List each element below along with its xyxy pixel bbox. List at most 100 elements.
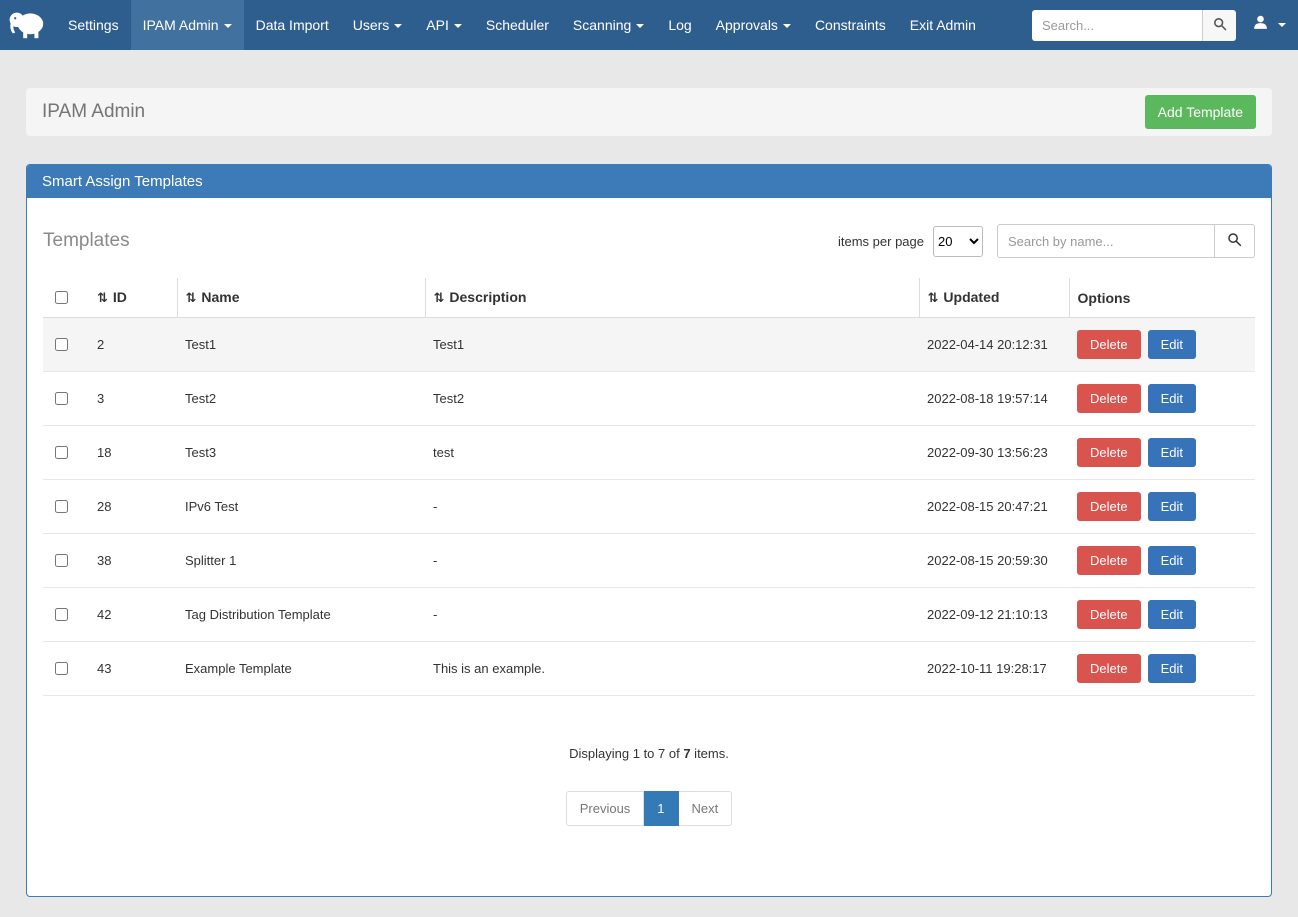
column-header-label: Updated <box>943 289 999 305</box>
cell-description: test <box>425 426 919 480</box>
delete-button[interactable]: Delete <box>1077 600 1141 629</box>
smart-assign-templates-panel: Smart Assign Templates Templates items p… <box>26 164 1272 897</box>
delete-button[interactable]: Delete <box>1077 546 1141 575</box>
edit-button[interactable]: Edit <box>1148 492 1196 521</box>
select-all-checkbox[interactable] <box>55 291 68 304</box>
nav-item-ipam-admin[interactable]: IPAM Admin <box>131 0 244 50</box>
table-toolbar: Templates items per page 20 <box>43 220 1255 278</box>
row-checkbox[interactable] <box>55 662 68 675</box>
nav-item-users[interactable]: Users <box>341 0 415 50</box>
page-header: IPAM Admin Add Template <box>26 88 1272 136</box>
nav-item-log[interactable]: Log <box>656 0 703 50</box>
cell-name: Tag Distribution Template <box>177 588 425 642</box>
edit-button[interactable]: Edit <box>1148 600 1196 629</box>
row-checkbox[interactable] <box>55 392 68 405</box>
panel-body: Templates items per page 20 <box>27 198 1271 896</box>
nav-item-label: Scanning <box>573 17 631 33</box>
cell-id: 42 <box>89 588 177 642</box>
nav-item-settings[interactable]: Settings <box>56 0 131 50</box>
nav-item-exit-admin[interactable]: Exit Admin <box>898 0 988 50</box>
cell-options: DeleteEdit <box>1069 372 1255 426</box>
toolbar-controls: items per page 20 <box>838 224 1255 258</box>
summary-suffix: items. <box>691 746 729 761</box>
user-menu[interactable] <box>1252 14 1286 36</box>
sort-icon: ⇅ <box>97 290 108 305</box>
cell-updated: 2022-04-14 20:12:31 <box>919 318 1069 372</box>
search-by-name-input[interactable] <box>997 224 1215 258</box>
edit-button[interactable]: Edit <box>1148 330 1196 359</box>
chevron-down-icon <box>636 24 644 28</box>
row-select-cell <box>43 480 89 534</box>
global-search-button[interactable] <box>1202 10 1236 41</box>
column-header-label: Options <box>1078 290 1131 306</box>
cell-options: DeleteEdit <box>1069 534 1255 588</box>
summary-prefix: Displaying 1 to 7 of <box>569 746 683 761</box>
row-select-cell <box>43 642 89 696</box>
global-search-input[interactable] <box>1032 10 1202 41</box>
edit-button[interactable]: Edit <box>1148 384 1196 413</box>
cell-description: This is an example. <box>425 642 919 696</box>
delete-button[interactable]: Delete <box>1077 330 1141 359</box>
cell-name: Example Template <box>177 642 425 696</box>
nav-item-constraints[interactable]: Constraints <box>803 0 898 50</box>
name-search-button[interactable] <box>1215 224 1255 258</box>
edit-button[interactable]: Edit <box>1148 654 1196 683</box>
sort-icon: ⇅ <box>928 290 939 305</box>
nav-item-label: Exit Admin <box>910 17 976 33</box>
nav-item-label: Log <box>668 17 691 33</box>
cell-description: - <box>425 480 919 534</box>
column-header-description[interactable]: ⇅Description <box>425 278 919 318</box>
edit-button[interactable]: Edit <box>1148 438 1196 467</box>
column-header-name[interactable]: ⇅Name <box>177 278 425 318</box>
sort-icon: ⇅ <box>186 290 197 305</box>
global-search <box>1032 10 1236 41</box>
delete-button[interactable]: Delete <box>1077 492 1141 521</box>
chevron-down-icon <box>394 24 402 28</box>
nav-item-data-import[interactable]: Data Import <box>244 0 341 50</box>
cell-description: - <box>425 588 919 642</box>
nav-item-approvals[interactable]: Approvals <box>704 0 803 50</box>
table-row: 43Example TemplateThis is an example.202… <box>43 642 1255 696</box>
cell-updated: 2022-10-11 19:28:17 <box>919 642 1069 696</box>
row-checkbox[interactable] <box>55 446 68 459</box>
table-row: 28IPv6 Test-2022-08-15 20:47:21DeleteEdi… <box>43 480 1255 534</box>
cell-description: Test2 <box>425 372 919 426</box>
nav-item-label: Settings <box>68 17 119 33</box>
top-navbar: Settings IPAM AdminData ImportUsersAPISch… <box>0 0 1298 50</box>
nav-item-api[interactable]: API <box>414 0 474 50</box>
column-header-id[interactable]: ⇅ID <box>89 278 177 318</box>
delete-button[interactable]: Delete <box>1077 438 1141 467</box>
nav-item-scheduler[interactable]: Scheduler <box>474 0 561 50</box>
elephant-logo-icon <box>8 6 48 45</box>
name-search <box>997 224 1255 258</box>
cell-options: DeleteEdit <box>1069 426 1255 480</box>
app-logo[interactable] <box>0 0 56 50</box>
nav-item-scanning[interactable]: Scanning <box>561 0 656 50</box>
chevron-down-icon <box>1278 23 1286 27</box>
table-row: 3Test2Test22022-08-18 19:57:14DeleteEdit <box>43 372 1255 426</box>
row-checkbox[interactable] <box>55 554 68 567</box>
items-per-page-select[interactable]: 20 <box>933 226 983 257</box>
row-select-cell <box>43 372 89 426</box>
nav-item-label: Approvals <box>716 17 778 33</box>
table-row: 38Splitter 1-2022-08-15 20:59:30DeleteEd… <box>43 534 1255 588</box>
add-template-button[interactable]: Add Template <box>1145 95 1256 129</box>
chevron-down-icon <box>224 24 232 28</box>
delete-button[interactable]: Delete <box>1077 654 1141 683</box>
delete-button[interactable]: Delete <box>1077 384 1141 413</box>
page-number-button[interactable]: 1 <box>644 791 678 826</box>
row-checkbox[interactable] <box>55 338 68 351</box>
table-row: 18Test3test2022-09-30 13:56:23DeleteEdit <box>43 426 1255 480</box>
panel-title: Smart Assign Templates <box>27 165 1271 198</box>
edit-button[interactable]: Edit <box>1148 546 1196 575</box>
cell-description: Test1 <box>425 318 919 372</box>
templates-table: ⇅ID⇅Name⇅Description⇅UpdatedOptions 2Tes… <box>43 278 1255 696</box>
pagination: Previous 1 Next <box>43 791 1255 826</box>
row-checkbox[interactable] <box>55 608 68 621</box>
column-header-label: Description <box>449 289 526 305</box>
row-select-cell <box>43 318 89 372</box>
previous-page-button[interactable]: Previous <box>566 791 645 826</box>
next-page-button[interactable]: Next <box>679 791 733 826</box>
column-header-updated[interactable]: ⇅ Updated <box>919 278 1069 318</box>
row-checkbox[interactable] <box>55 500 68 513</box>
